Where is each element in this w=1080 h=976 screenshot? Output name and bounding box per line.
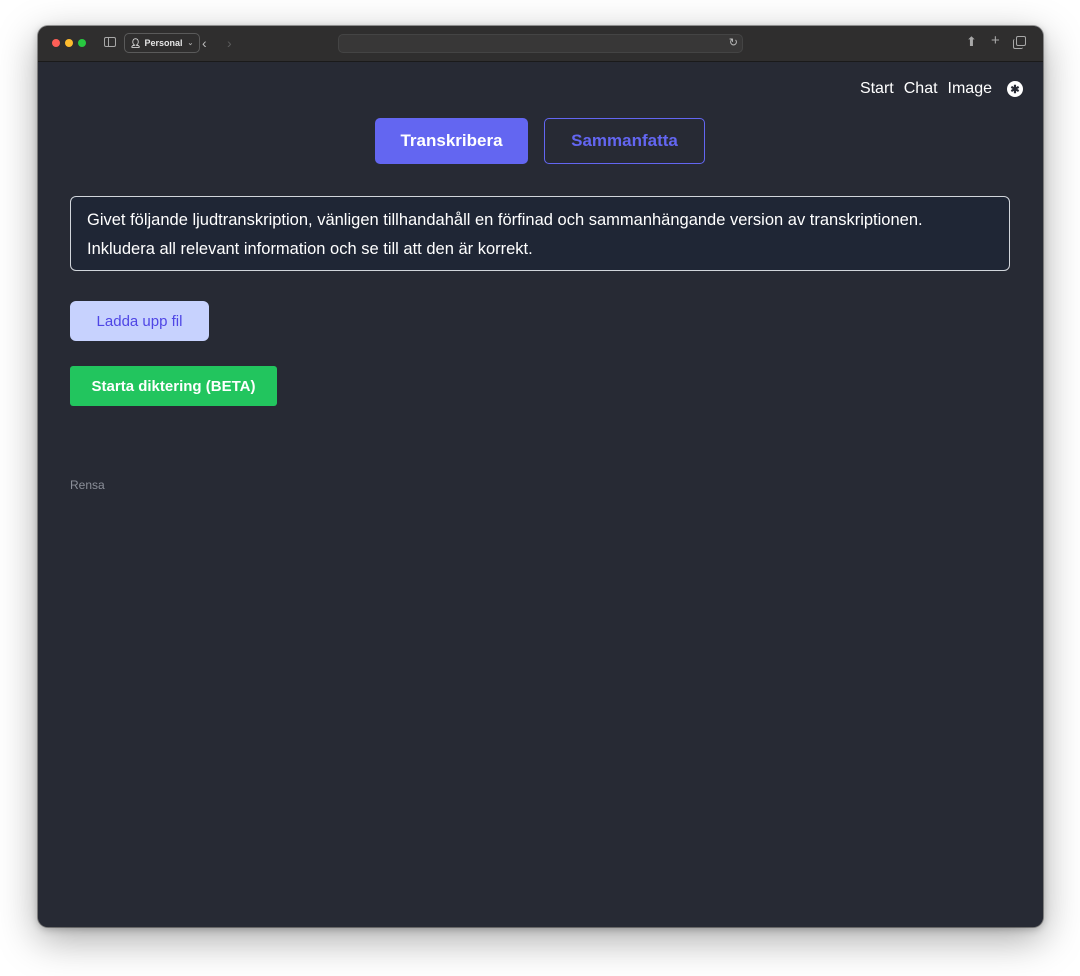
new-tab-icon[interactable]: + xyxy=(991,33,1000,48)
minimize-window-button[interactable] xyxy=(65,39,73,47)
reload-icon[interactable]: ↻ xyxy=(729,36,738,49)
mode-switcher: Transkribera Sammanfatta xyxy=(375,118,705,164)
share-icon[interactable]: ⬆︎ xyxy=(966,35,977,49)
back-arrow-icon[interactable]: ‹ xyxy=(202,36,207,50)
browser-window: 👤︎ Personal ⌄ ‹ › ↻ ⬆︎ + Start Chat Imag… xyxy=(38,26,1043,927)
close-window-button[interactable] xyxy=(52,39,60,47)
zoom-window-button[interactable] xyxy=(78,39,86,47)
browser-titlebar: 👤︎ Personal ⌄ ‹ › ↻ ⬆︎ + xyxy=(38,26,1043,62)
start-dictation-button[interactable]: Starta diktering (BETA) xyxy=(70,366,277,406)
top-navigation: Start Chat Image ✱ xyxy=(860,80,1023,98)
page-content: Start Chat Image ✱ Transkribera Sammanfa… xyxy=(38,62,1043,927)
clear-button[interactable]: Rensa xyxy=(70,478,105,492)
tab-overview-icon[interactable] xyxy=(1013,36,1026,49)
summarize-mode-button[interactable]: Sammanfatta xyxy=(544,118,705,164)
nav-link-start[interactable]: Start xyxy=(860,80,894,98)
sidebar-toggle-icon[interactable] xyxy=(104,37,116,47)
transcribe-mode-button[interactable]: Transkribera xyxy=(375,118,528,164)
profile-label: Personal xyxy=(144,38,183,48)
sun-icon[interactable]: ✱ xyxy=(1007,81,1023,97)
person-icon: 👤︎ xyxy=(130,37,142,48)
address-bar[interactable]: ↻ xyxy=(338,34,743,53)
forward-arrow-icon[interactable]: › xyxy=(227,36,232,50)
chevron-down-icon: ⌄ xyxy=(187,40,194,47)
upload-file-button[interactable]: Ladda upp fil xyxy=(70,301,209,341)
prompt-textarea[interactable]: Givet följande ljudtranskription, vänlig… xyxy=(70,196,1010,271)
nav-link-chat[interactable]: Chat xyxy=(904,80,938,98)
nav-link-image[interactable]: Image xyxy=(948,80,992,98)
profile-button[interactable]: 👤︎ Personal ⌄ xyxy=(124,33,201,53)
